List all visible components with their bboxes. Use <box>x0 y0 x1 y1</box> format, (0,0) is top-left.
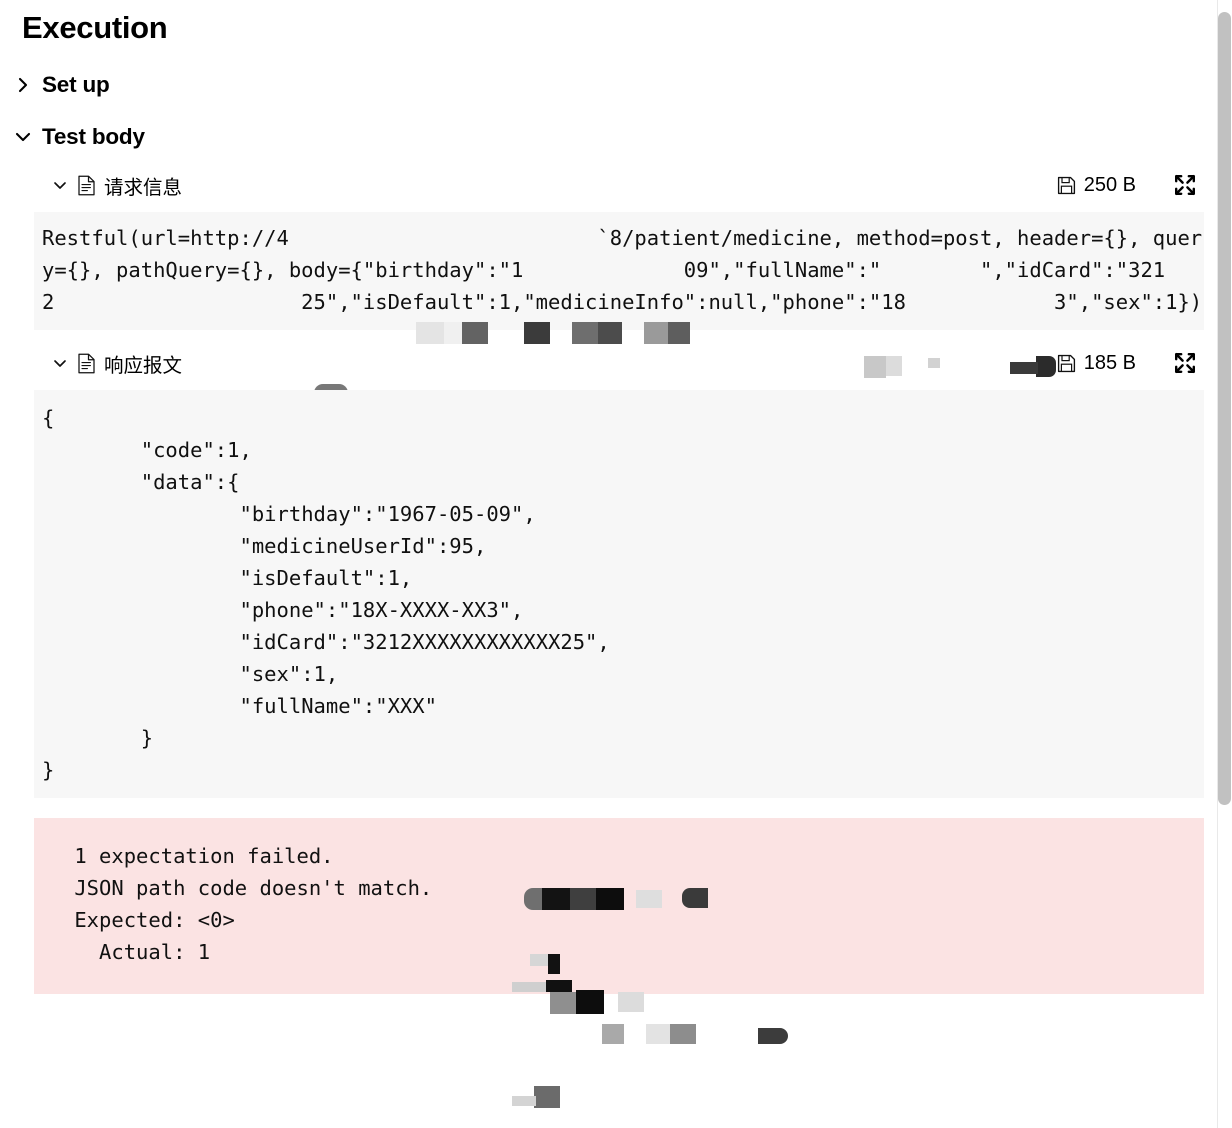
response-block-header[interactable]: 响应报文 185 B <box>0 348 1218 378</box>
chevron-down-icon[interactable] <box>52 177 68 193</box>
save-icon[interactable] <box>1057 176 1076 195</box>
response-size-group: 185 B <box>1057 352 1136 375</box>
execution-page: Execution Set up Test body 请求信息 250 B Re… <box>0 0 1218 1128</box>
response-size-label: 185 B <box>1083 351 1136 374</box>
scrollbar-thumb[interactable] <box>1218 12 1231 805</box>
save-icon[interactable] <box>1057 354 1076 373</box>
vertical-scrollbar[interactable] <box>1218 0 1232 1128</box>
request-size-label: 250 B <box>1083 173 1136 196</box>
response-code-text: { "code":1, "data":{ "birthday":"1967-05… <box>42 406 610 782</box>
error-panel: 1 expectation failed. JSON path code doe… <box>34 818 1204 994</box>
request-code-panel[interactable]: Restful(url=http://4 `8/patient/medicine… <box>34 212 1204 472</box>
response-code-panel[interactable]: { "code":1, "data":{ "birthday":"1967-05… <box>34 390 1204 1108</box>
chevron-down-icon[interactable] <box>52 355 68 371</box>
response-block-title: 响应报文 <box>104 353 183 377</box>
page-title: Execution <box>22 10 168 45</box>
expand-icon[interactable] <box>1174 174 1196 196</box>
error-message: 1 expectation failed. JSON path code doe… <box>74 844 433 964</box>
request-block: 请求信息 250 B Restful(url=http://4 `8/patie… <box>0 170 1218 472</box>
section-set-up-label: Set up <box>42 72 110 97</box>
chevron-right-icon[interactable] <box>14 76 32 94</box>
section-set-up[interactable]: Set up <box>0 70 1218 100</box>
section-test-body-label: Test body <box>42 124 145 149</box>
request-code-text: Restful(url=http://4 `8/patient/medicine… <box>42 226 1203 314</box>
response-block: 响应报文 185 B {"code":1, "data":{"birthda… <box>0 348 1218 1108</box>
section-test-body[interactable]: Test body <box>0 122 1218 152</box>
chevron-down-icon[interactable] <box>14 128 32 146</box>
expand-icon[interactable] <box>1174 352 1196 374</box>
request-size-group: 250 B <box>1057 174 1136 197</box>
document-icon <box>77 353 96 374</box>
request-block-header[interactable]: 请求信息 250 B <box>0 170 1218 200</box>
request-block-title: 请求信息 <box>104 175 183 199</box>
document-icon <box>77 175 96 196</box>
